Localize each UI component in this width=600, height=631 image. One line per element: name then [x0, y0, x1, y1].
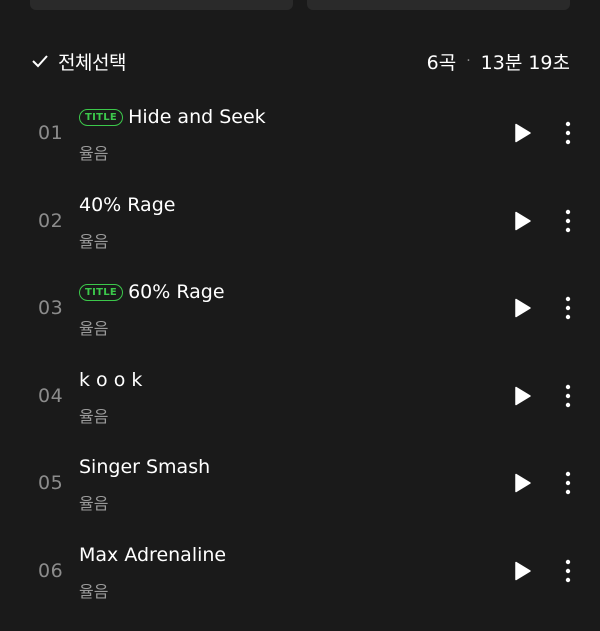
- track-title: k o o k: [79, 368, 143, 391]
- track-artist: 율음: [79, 319, 109, 338]
- track-title: 60% Rage: [128, 281, 225, 303]
- total-duration: 13분 19초: [480, 51, 570, 74]
- more-vertical-icon[interactable]: [558, 383, 578, 409]
- track-title-row: Max Adrenaline: [79, 544, 226, 566]
- title-badge: TITLE: [79, 283, 124, 301]
- track-title-row: TITLE Hide and Seek: [79, 106, 266, 128]
- track-title-row: Singer Smash: [79, 456, 210, 478]
- track-row[interactable]: 04 k o o k 율음: [0, 353, 600, 441]
- track-number: 03: [38, 297, 64, 319]
- top-left-button[interactable]: [30, 0, 293, 10]
- track-artist: 율음: [79, 231, 109, 251]
- track-number: 06: [38, 559, 64, 582]
- track-list: 01 TITLE Hide and Seek 율음 02 40% Rage 율음: [0, 90, 600, 615]
- select-all-label: 전체선택: [58, 51, 126, 74]
- more-vertical-icon[interactable]: [558, 120, 578, 146]
- track-count: 6곡: [426, 51, 457, 74]
- play-icon[interactable]: [510, 209, 534, 233]
- top-button-bar: [0, 0, 600, 12]
- track-artist: 율음: [79, 406, 109, 426]
- more-vertical-icon[interactable]: [558, 470, 578, 496]
- top-right-button[interactable]: [307, 0, 570, 10]
- track-row[interactable]: 03 TITLE 60% Rage 율음: [0, 265, 600, 353]
- play-icon[interactable]: [510, 471, 534, 495]
- track-title: Hide and Seek: [128, 106, 266, 128]
- check-icon: [32, 55, 48, 68]
- track-title-row: 40% Rage: [79, 194, 175, 216]
- track-summary: 6곡 · 13분 19초: [427, 48, 570, 75]
- track-title: 40% Rage: [79, 193, 176, 216]
- track-title: Max Adrenaline: [79, 543, 227, 566]
- track-row[interactable]: 05 Singer Smash 율음: [0, 440, 600, 528]
- play-icon[interactable]: [510, 121, 534, 145]
- track-title-row: TITLE 60% Rage: [79, 281, 225, 303]
- summary-separator: ·: [466, 53, 471, 69]
- play-icon[interactable]: [510, 384, 534, 408]
- more-vertical-icon[interactable]: [558, 295, 578, 321]
- track-number: 01: [38, 122, 64, 144]
- track-title: Singer Smash: [79, 456, 211, 478]
- play-icon[interactable]: [510, 559, 534, 583]
- track-row[interactable]: 01 TITLE Hide and Seek 율음: [0, 90, 600, 178]
- more-vertical-icon[interactable]: [558, 558, 578, 584]
- track-artist: 율음: [79, 494, 109, 513]
- track-row[interactable]: 06 Max Adrenaline 율음: [0, 528, 600, 616]
- track-artist: 율음: [79, 581, 109, 601]
- track-title-row: k o o k: [79, 369, 142, 391]
- title-badge: TITLE: [79, 108, 124, 126]
- track-number: 04: [38, 384, 64, 407]
- select-all-button[interactable]: 전체선택: [30, 48, 126, 75]
- more-vertical-icon[interactable]: [558, 208, 578, 234]
- play-icon[interactable]: [510, 296, 534, 320]
- track-artist: 율음: [79, 144, 109, 163]
- track-list-header: 전체선택 6곡 · 13분 19초: [30, 44, 570, 78]
- track-number: 05: [38, 472, 64, 494]
- track-row[interactable]: 02 40% Rage 율음: [0, 178, 600, 266]
- track-number: 02: [38, 209, 64, 232]
